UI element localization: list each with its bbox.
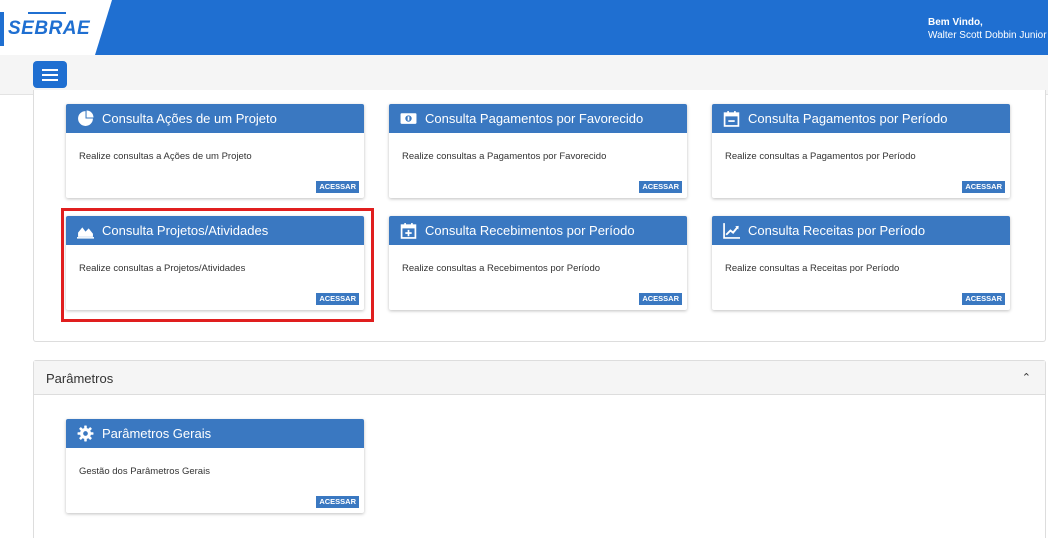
- card-description: Realize consultas a Ações de um Projeto: [79, 151, 252, 162]
- acessar-button[interactable]: ACESSAR: [316, 496, 359, 508]
- calendar-minus-icon: [723, 111, 740, 127]
- user-welcome: Bem Vindo, Walter Scott Dobbin Junior: [928, 16, 1048, 42]
- card-description: Gestão dos Parâmetros Gerais: [79, 466, 210, 477]
- page: SEBRAE Bem Vindo, Walter Scott Dobbin Ju…: [0, 0, 1048, 538]
- card-header: Consulta Pagamentos por Período: [712, 104, 1010, 133]
- card-title: Consulta Pagamentos por Favorecido: [425, 111, 644, 126]
- card-header: Consulta Pagamentos por Favorecido: [389, 104, 687, 133]
- menu-line: [42, 69, 58, 71]
- user-name: Walter Scott Dobbin Junior: [928, 30, 1047, 41]
- hamburger-menu-button[interactable]: [33, 61, 67, 88]
- menu-line: [42, 79, 58, 81]
- card-parametros-gerais: Parâmetros Gerais Gestão dos Parâmetros …: [66, 419, 364, 513]
- card-consulta-recebimentos-periodo: Consulta Recebimentos por Período Realiz…: [389, 216, 687, 310]
- card-consulta-pagamentos-favorecido: Consulta Pagamentos por Favorecido Reali…: [389, 104, 687, 198]
- acessar-button[interactable]: ACESSAR: [639, 181, 682, 193]
- welcome-label: Bem Vindo,: [928, 17, 983, 28]
- gear-icon: [77, 425, 94, 442]
- chevron-up-icon[interactable]: ⌃: [1022, 371, 1031, 384]
- card-header: Consulta Recebimentos por Período: [389, 216, 687, 245]
- card-title: Consulta Recebimentos por Período: [425, 223, 635, 238]
- top-header: SEBRAE Bem Vindo, Walter Scott Dobbin Ju…: [0, 0, 1048, 55]
- card-title: Consulta Pagamentos por Período: [748, 111, 948, 126]
- logo-area[interactable]: SEBRAE: [0, 0, 112, 55]
- calendar-plus-icon: [400, 223, 417, 239]
- acessar-button[interactable]: ACESSAR: [962, 181, 1005, 193]
- parametros-panel-header[interactable]: Parâmetros ⌃: [34, 361, 1045, 395]
- menu-line: [42, 74, 58, 76]
- acessar-button[interactable]: ACESSAR: [962, 293, 1005, 305]
- logo-bar: [0, 12, 4, 46]
- pie-chart-icon: [78, 110, 94, 126]
- toolbar: [0, 55, 1048, 95]
- card-consulta-receitas-periodo: Consulta Receitas por Período Realize co…: [712, 216, 1010, 310]
- acessar-button[interactable]: ACESSAR: [316, 181, 359, 193]
- card-description: Realize consultas a Recebimentos por Per…: [402, 263, 601, 274]
- card-consulta-pagamentos-periodo: Consulta Pagamentos por Período Realize …: [712, 104, 1010, 198]
- card-header: Consulta Ações de um Projeto: [66, 104, 364, 133]
- card-description: Realize consultas a Pagamentos por Favor…: [402, 151, 607, 162]
- money-bill-icon: [400, 113, 417, 124]
- logo-lines: [28, 12, 66, 16]
- acessar-button[interactable]: ACESSAR: [639, 293, 682, 305]
- line-chart-icon: [723, 223, 740, 239]
- card-header: Consulta Receitas por Período: [712, 216, 1010, 245]
- card-title: Consulta Receitas por Período: [748, 223, 926, 238]
- card-description: Realize consultas a Pagamentos por Perío…: [725, 151, 916, 162]
- card-header: Parâmetros Gerais: [66, 419, 364, 448]
- card-description: Realize consultas a Receitas por Período: [725, 263, 900, 274]
- card-title: Consulta Ações de um Projeto: [102, 111, 277, 126]
- card-consulta-acoes-projeto: Consulta Ações de um Projeto Realize con…: [66, 104, 364, 198]
- sebrae-logo: SEBRAE: [8, 18, 91, 39]
- card-title: Parâmetros Gerais: [102, 426, 212, 441]
- panel-title: Parâmetros: [46, 371, 114, 386]
- highlight-box: [61, 208, 374, 322]
